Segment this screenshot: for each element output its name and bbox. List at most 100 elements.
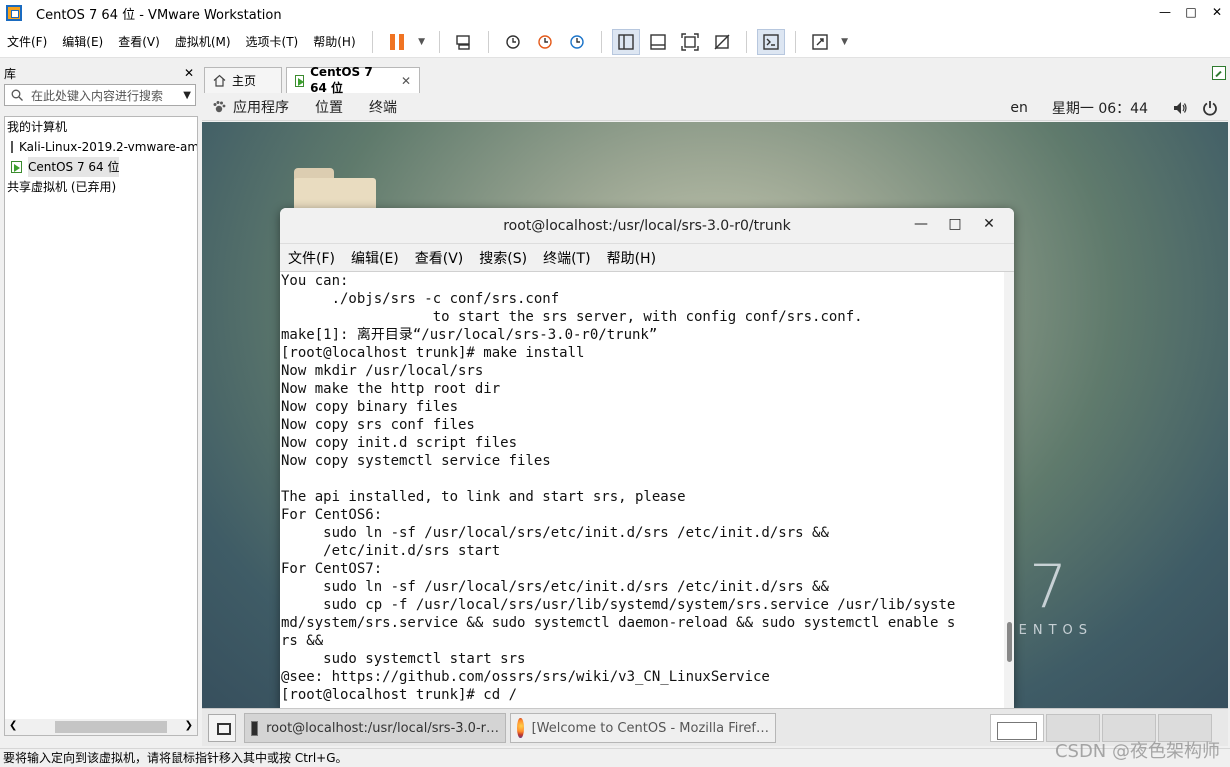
scrollbar-thumb[interactable] [1007,622,1012,662]
volume-icon[interactable] [1172,100,1188,116]
terminal-title-bar[interactable]: root@localhost:/usr/local/srs-3.0-r0/tru… [280,208,1014,244]
terminal-close-button[interactable]: ✕ [972,216,1006,232]
input-language-indicator[interactable]: en [1010,100,1028,116]
tree-item-label: 共享虚拟机 (已弃用) [7,180,117,194]
snapshot-manager-button[interactable] [563,29,591,55]
status-bar: 要将输入定向到该虚拟机，请将鼠标指针移入其中或按 Ctrl+G。 [0,748,1230,767]
pause-button[interactable] [383,29,411,55]
search-dropdown-icon[interactable]: ▼ [183,90,191,101]
close-button[interactable]: ✕ [1204,0,1230,26]
tree-item-my-computer[interactable]: 我的计算机 [5,117,197,137]
terminal-menu-search[interactable]: 搜索(S) [479,248,527,268]
terminal-line: sudo ln -sf /usr/local/srs/etc/init.d/sr… [281,525,829,541]
stretch-button[interactable] [806,29,834,55]
library-search-input[interactable]: 在此处键入内容进行搜索 ▼ [4,84,196,106]
terminal-line: make[1]: 离开目录“/usr/local/srs-3.0-r0/trun… [281,327,658,343]
tree-item-kali[interactable]: Kali-Linux-2019.2-vmware-am [5,137,197,157]
terminal-window-controls: — □ ✕ [904,216,1006,232]
terminal-menu-edit[interactable]: 编辑(E) [351,248,399,268]
power-dropdown-icon[interactable]: ▼ [415,29,429,55]
terminal-line: For CentOS7: [281,561,383,577]
tab-home[interactable]: 主页 [204,67,282,93]
revert-snapshot-button[interactable] [531,29,559,55]
minimize-button[interactable]: — [1152,0,1178,26]
gnome-places-menu[interactable]: 位置 [315,97,343,117]
menu-file[interactable]: 文件(F) [0,33,55,50]
terminal-line: Now copy srs conf files [281,417,475,433]
tab-centos[interactable]: CentOS 7 64 位 ✕ [286,65,420,95]
vm-display[interactable]: 应用程序 位置 终端 en 星期一 06：44 7 CENTOS root@lo… [202,94,1228,708]
terminal-menu-help[interactable]: 帮助(H) [607,248,656,268]
tree-item-centos[interactable]: CentOS 7 64 位 [5,157,197,177]
maximize-button[interactable]: □ [1178,0,1204,26]
workspace-1[interactable] [990,714,1044,742]
terminal-menu-file[interactable]: 文件(F) [288,248,335,268]
show-library-button[interactable] [611,28,640,55]
scrollbar-thumb[interactable] [55,721,167,733]
menu-vm[interactable]: 虚拟机(M) [168,33,239,50]
tab-label: 主页 [232,74,257,88]
terminal-line: @see: https://github.com/ossrs/srs/wiki/… [281,669,770,685]
full-screen-button[interactable] [676,29,704,55]
csdn-watermark: CSDN @夜色架构师 [1054,741,1220,762]
search-icon [11,89,23,101]
menu-tabs[interactable]: 选项卡(T) [239,33,307,50]
terminal-maximize-button[interactable]: □ [938,216,972,232]
library-close-button[interactable]: ✕ [184,66,194,80]
toolbar-separator [371,30,373,53]
scroll-left-icon[interactable]: ❮ [9,720,17,731]
home-icon [213,74,226,87]
menu-toolbar: 文件(F) 编辑(E) 查看(V) 虚拟机(M) 选项卡(T) 帮助(H) ▼ … [0,26,1230,58]
terminal-menu-view[interactable]: 查看(V) [415,248,464,268]
terminal-menu-bar: 文件(F) 编辑(E) 查看(V) 搜索(S) 终端(T) 帮助(H) [280,244,1014,272]
gnome-applications-label: 应用程序 [233,100,289,116]
terminal-line: Now make the http root dir [281,381,501,397]
unity-button[interactable] [708,29,736,55]
centos-name: CENTOS [1003,623,1093,638]
tab-bar: 主页 CentOS 7 64 位 ✕ [204,64,1230,95]
gnome-clock[interactable]: 星期一 06：44 [1052,98,1148,118]
tree-item-label: CentOS 7 64 位 [28,157,120,177]
unity-icon [714,34,730,49]
power-icon[interactable] [1202,100,1218,116]
window-controls: — □ ✕ [1152,0,1230,26]
terminal-line: ./objs/srs -c conf/srs.conf [281,291,560,307]
stretch-dropdown-icon[interactable]: ▼ [838,29,852,55]
show-desktop-button[interactable] [208,714,236,742]
scroll-right-icon[interactable]: ❯ [185,720,193,731]
keyboard-icon [455,34,470,50]
snapshot-button[interactable] [499,29,527,55]
menu-edit[interactable]: 编辑(E) [55,33,111,50]
menu-help[interactable]: 帮助(H) [306,33,363,50]
gnome-top-bar: 应用程序 位置 终端 en 星期一 06：44 [202,94,1228,121]
tree-item-shared-vms[interactable]: 共享虚拟机 (已弃用) [5,177,197,197]
terminal-window[interactable]: root@localhost:/usr/local/srs-3.0-r0/tru… [280,208,1014,708]
toolbar-separator [600,30,602,53]
guest-tools-status-icon[interactable] [1212,66,1226,80]
terminal-scrollbar[interactable] [1004,272,1014,708]
terminal-line: You can: [281,273,349,289]
thumbnail-bar-icon [649,33,666,50]
tab-close-icon[interactable]: ✕ [401,74,411,88]
gnome-foot-icon [213,101,226,113]
terminal-output[interactable]: You can: ./objs/srs -c conf/srs.conf to … [280,272,1002,708]
library-horizontal-scrollbar[interactable]: ❮ ❯ [5,719,197,735]
terminal-line: Now copy init.d script files [281,435,518,451]
tab-label: CentOS 7 64 位 [310,65,373,95]
task-label: [Welcome to CentOS - Mozilla Firef… [531,720,769,736]
gnome-terminal-menu[interactable]: 终端 [369,97,397,117]
task-firefox[interactable]: [Welcome to CentOS - Mozilla Firef… [510,713,776,743]
terminal-minimize-button[interactable]: — [904,216,938,232]
pause-icon [389,33,404,50]
console-view-button[interactable] [756,28,785,55]
gnome-applications-menu[interactable]: 应用程序 [212,97,315,117]
send-ctrl-alt-del-button[interactable] [450,29,478,55]
menu-view[interactable]: 查看(V) [111,33,168,50]
title-bar: CentOS 7 64 位 - VMware Workstation — □ ✕ [0,0,1230,26]
terminal-menu-terminal[interactable]: 终端(T) [543,248,590,268]
library-header: 库 ✕ [0,62,200,84]
task-terminal[interactable]: root@localhost:/usr/local/srs-3.0-r… [244,713,506,743]
tree-item-label: Kali-Linux-2019.2-vmware-am [19,140,197,154]
thumbnail-bar-button[interactable] [644,29,672,55]
